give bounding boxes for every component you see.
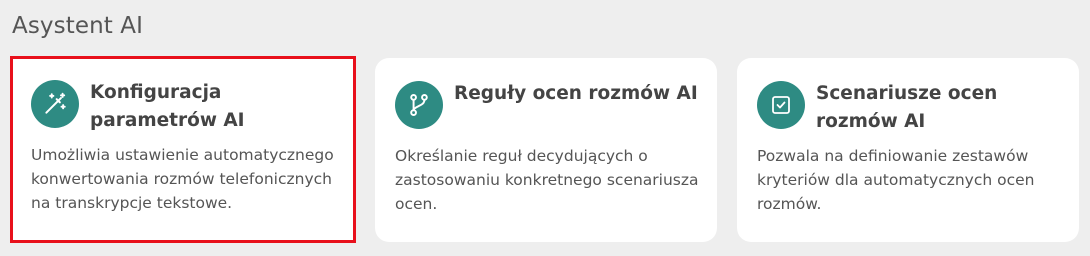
branch-icon — [395, 81, 443, 129]
section-title: Asystent AI — [12, 13, 144, 39]
card-ai-evaluation-scenarios[interactable]: Scenariusze ocen rozmów AI Pozwala na de… — [737, 58, 1079, 242]
card-description: Pozwala na definiowanie zestawów kryteri… — [757, 147, 1035, 213]
card-description: Określanie reguł decydujących o zastosow… — [395, 147, 699, 213]
card-ai-parameters-config[interactable]: Konfiguracja parametrów AI Umożliwia ust… — [10, 56, 356, 243]
magic-wand-icon — [31, 80, 79, 128]
card-title: Konfiguracja parametrów AI — [90, 82, 245, 131]
card-ai-evaluation-rules[interactable]: Reguły ocen rozmów AI Określanie reguł d… — [375, 58, 717, 242]
card-title: Reguły ocen rozmów AI — [454, 83, 698, 104]
card-title: Scenariusze ocen rozmów AI — [816, 83, 998, 132]
checkbox-icon — [757, 81, 805, 129]
card-description: Umożliwia ustawienie automatycznego konw… — [31, 146, 334, 212]
